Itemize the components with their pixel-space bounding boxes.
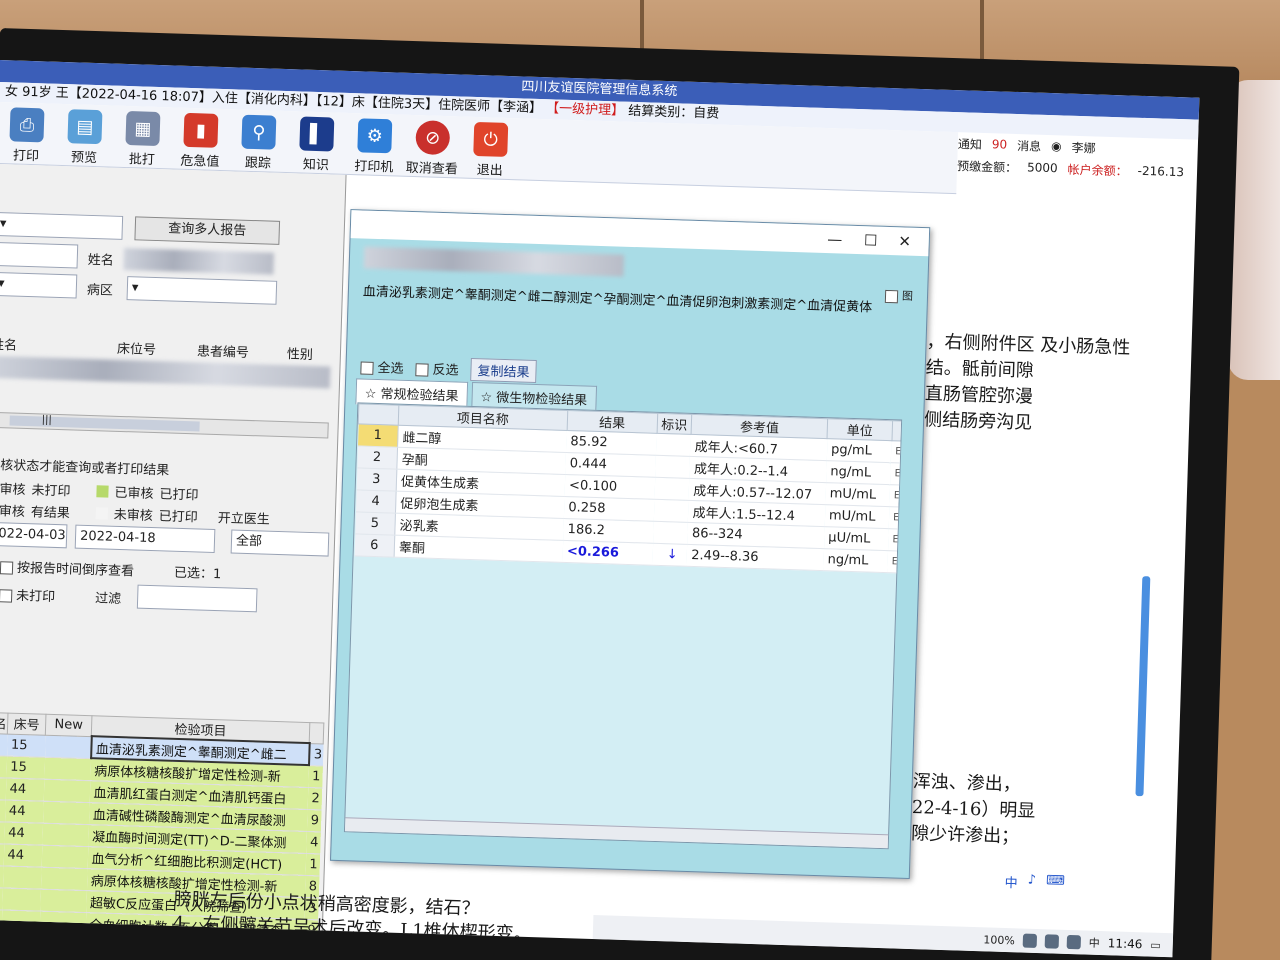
tray-icon[interactable]: [1022, 933, 1038, 948]
date-to-picker[interactable]: 2022-04-18: [74, 524, 216, 553]
filter-input[interactable]: [136, 584, 258, 613]
checkbox-box[interactable]: [884, 289, 899, 303]
filter-label: 过滤: [94, 591, 122, 608]
low-flag-arrow: ↓: [652, 543, 688, 567]
status-area: 通知 90 消息 ◉ 李娜 预缴金额： 5000 帐户余额： -216.13: [957, 132, 1198, 188]
printer-settings-button[interactable]: ⚙ 打印机: [345, 114, 405, 176]
col-count: [309, 722, 324, 744]
user-name[interactable]: 李娜: [1071, 138, 1096, 156]
unprinted-checkbox[interactable]: 未打印: [0, 584, 56, 605]
notify-link[interactable]: 通知: [958, 135, 983, 153]
grid-horizontal-scrollbar[interactable]: [344, 817, 891, 849]
user-icon: ◉: [1050, 139, 1062, 154]
prepay-value: 5000: [1026, 160, 1058, 176]
notice-text: 审核状态才能查询或者打印结果: [0, 457, 170, 479]
balance-label: 帐户余额：: [1067, 162, 1128, 178]
ward-select[interactable]: ▾: [126, 276, 278, 305]
exit-button[interactable]: ⏻ 退出: [461, 118, 521, 180]
selected-count: 已选：1: [173, 565, 222, 583]
keyboard-icon[interactable]: ⌨: [1046, 873, 1065, 893]
lang-indicator[interactable]: 中: [1089, 935, 1100, 951]
preview-icon: ▤: [67, 109, 103, 145]
checkbox-box[interactable]: [0, 589, 13, 603]
left-query-panel: ▾ 查询多人报告 姓名 ▾ 病区 ▾ 姓名 床位号 患者编号 性别 ||| 审核…: [0, 163, 347, 942]
screen: 四川友谊医院管理信息系统 女 91岁 王【2022-04-16 18:07】入住…: [0, 60, 1200, 958]
legend-swatch: [95, 506, 109, 520]
prepay-label: 预缴金额：: [956, 158, 1018, 175]
query-multi-button[interactable]: 查询多人报告: [134, 216, 281, 245]
power-icon: ⏻: [473, 121, 509, 157]
legend-swatch: [96, 484, 109, 498]
test-items-text: 血清泌乳素测定^睾酮测定^雌二醇测定^孕酮测定^血清促卵泡刺激素测定^血清促黄体: [362, 284, 873, 316]
cancel-view-button[interactable]: ⊘ 取消查看: [403, 116, 463, 178]
notification-icon[interactable]: ▭: [1150, 938, 1161, 951]
col-rownum: [358, 403, 399, 426]
magnifier-icon: ⚲: [241, 114, 277, 150]
copy-result-button[interactable]: 复制结果: [470, 357, 537, 384]
report-text: ，右侧附件区 及小肠急性 结。骶前间隙 直肠管腔弥漫 侧结肠旁沟见: [923, 331, 1131, 434]
maximize-button[interactable]: ☐: [860, 230, 881, 251]
batch-icon: ▦: [125, 110, 161, 147]
order-by-time-checkbox[interactable]: 按报告时间倒序查看: [0, 556, 134, 579]
ime-lang[interactable]: 中: [1004, 872, 1018, 891]
critical-value-button[interactable]: ▮ 危急值: [171, 108, 231, 170]
forbidden-icon: ⊘: [415, 120, 451, 156]
legend-row-1: 已审核 未打印 已审核 已打印: [0, 481, 199, 504]
id-input[interactable]: [0, 241, 79, 269]
book-icon: ▌: [299, 116, 335, 152]
minimize-button[interactable]: —: [824, 229, 845, 250]
clock[interactable]: 11:46: [1108, 936, 1143, 951]
batch-print-button[interactable]: ▦ 批打: [113, 107, 173, 169]
checkbox-box[interactable]: [0, 561, 14, 575]
message-link[interactable]: 消息: [1017, 136, 1042, 154]
patient-header-redacted: [363, 246, 625, 277]
tray-icon[interactable]: [1044, 934, 1060, 949]
col-patient-no-header: 患者编号: [196, 344, 250, 361]
col-name[interactable]: 姓名: [0, 712, 8, 734]
alarm-icon: ▮: [183, 112, 219, 148]
mic-icon[interactable]: ♪: [1027, 873, 1037, 892]
printer-icon: ⎙: [9, 107, 45, 143]
lab-result-dialog: — ☐ ✕ 血清泌乳素测定^睾酮测定^雌二醇测定^孕酮测定^血清促卵泡刺激素测定…: [330, 209, 931, 879]
ime-toolbar[interactable]: 中 ♪ ⌨: [1004, 872, 1065, 893]
name-field-redacted[interactable]: [123, 247, 275, 275]
trace-button[interactable]: ⚲ 跟踪: [229, 110, 289, 172]
col-result[interactable]: 结果: [566, 410, 658, 434]
report-text-lower: 浑浊、渗出， 22-4-16）明显 隙少许渗出；: [910, 771, 1036, 848]
close-button[interactable]: ✕: [894, 231, 915, 252]
settle-type: 结算类别：自费: [628, 103, 720, 122]
col-bed-header: 床位号: [116, 341, 157, 359]
message-count-badge: 90: [991, 137, 1008, 152]
doctor-label: 开立医生: [217, 511, 270, 528]
print-button[interactable]: ⎙ 打印: [0, 103, 57, 165]
report-scrollbar[interactable]: [1135, 576, 1151, 797]
preview-button[interactable]: ▤ 预览: [55, 105, 115, 167]
patient-list-scrollbar[interactable]: |||: [0, 411, 329, 439]
care-level: 【一级护理】: [545, 101, 625, 119]
image-checkbox[interactable]: 图: [884, 287, 913, 304]
knowledge-button[interactable]: ▌ 知识: [287, 112, 347, 174]
col-flag[interactable]: 标识: [656, 413, 692, 435]
col-bed[interactable]: 床号: [7, 713, 46, 735]
patient-row-redacted[interactable]: [0, 355, 331, 389]
result-grid: 项目名称 结果 标识 参考值 单位 1 雌二醇 85.92 成年人:<60.7 pg/m…: [343, 402, 903, 850]
ward-label: 病区: [86, 282, 114, 299]
balance-value: -216.13: [1137, 163, 1185, 180]
date-from-picker[interactable]: 2022-04-03: [0, 521, 68, 549]
col-name-header: 姓名: [0, 337, 18, 354]
dept-select[interactable]: ▾: [0, 271, 78, 299]
invert-checkbox[interactable]: 反选: [415, 358, 459, 379]
col-extra: [891, 420, 903, 442]
scroll-thumb[interactable]: [9, 415, 200, 432]
col-new[interactable]: New: [45, 714, 92, 737]
col-gender-header: 性别: [286, 347, 314, 363]
select-all-checkbox[interactable]: 全选: [360, 356, 404, 377]
tray-icon[interactable]: [1066, 934, 1082, 950]
name-label: 姓名: [87, 252, 114, 269]
doctor-select[interactable]: 全部: [230, 529, 330, 557]
gear-icon: ⚙: [357, 118, 393, 154]
col-unit[interactable]: 单位: [827, 418, 893, 441]
type-select[interactable]: ▾: [0, 211, 124, 240]
zoom-level: 100%: [983, 932, 1016, 947]
